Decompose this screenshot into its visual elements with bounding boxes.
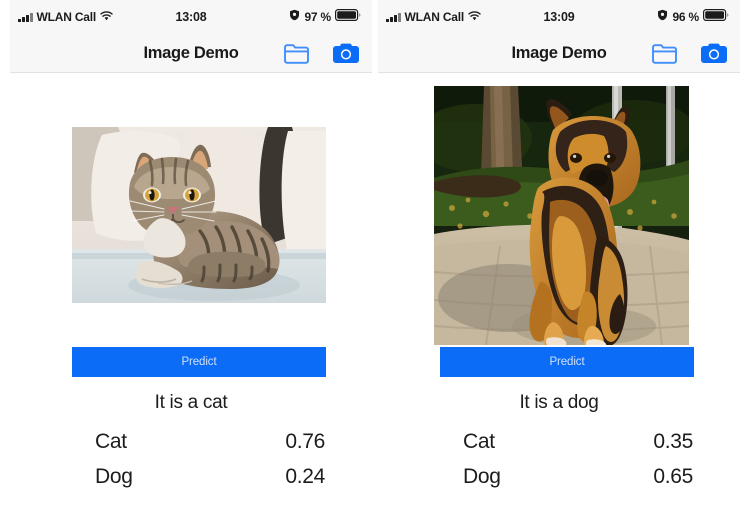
status-bar: WLAN Call 13:08 97 % [10, 0, 372, 34]
score-value: 0.35 [653, 430, 693, 453]
dog-photo-image [434, 86, 689, 345]
battery-percent-label: 97 % [304, 10, 331, 24]
wifi-icon [100, 8, 113, 26]
score-value: 0.76 [285, 430, 325, 453]
camera-icon [332, 42, 360, 64]
carrier-label: WLAN Call [404, 10, 465, 24]
cat-photo[interactable] [72, 127, 326, 303]
battery-full-icon [703, 8, 729, 26]
panel-content: Predict It is a dog Cat 0.35 Dog 0.65 [378, 73, 740, 527]
status-bar-left: WLAN Call [386, 8, 481, 26]
phone-screenshot-cat: WLAN Call 13:08 97 % Image Demo Predict … [10, 0, 372, 527]
signal-bars-icon [386, 12, 401, 22]
wifi-icon [468, 8, 481, 26]
folder-icon [283, 42, 310, 64]
nav-bar: Image Demo [378, 34, 740, 73]
predict-button[interactable]: Predict [72, 347, 326, 377]
open-camera-button[interactable] [700, 42, 728, 64]
score-row-dog: Dog 0.24 [95, 465, 325, 489]
phone-screenshot-dog: WLAN Call 13:09 96 % Image Demo Predict … [378, 0, 740, 527]
score-row-cat: Cat 0.76 [95, 430, 325, 454]
predict-button[interactable]: Predict [440, 347, 694, 377]
score-value: 0.65 [653, 465, 693, 488]
camera-icon [700, 42, 728, 64]
shield-icon [289, 8, 300, 26]
open-folder-button[interactable] [651, 42, 678, 64]
dog-photo[interactable] [434, 86, 689, 345]
status-bar-right: 96 % [657, 8, 729, 26]
folder-icon [651, 42, 678, 64]
score-label: Cat [463, 430, 495, 453]
nav-actions [283, 42, 360, 64]
carrier-label: WLAN Call [36, 10, 97, 24]
score-row-cat: Cat 0.35 [463, 430, 693, 454]
shield-icon [657, 8, 668, 26]
score-label: Dog [95, 465, 133, 488]
panel-content: Predict It is a cat Cat 0.76 Dog 0.24 [10, 73, 372, 527]
score-row-dog: Dog 0.65 [463, 465, 693, 489]
score-value: 0.24 [285, 465, 325, 488]
score-label: Dog [463, 465, 501, 488]
nav-actions [651, 42, 728, 64]
prediction-verdict: It is a cat [154, 392, 228, 413]
signal-bars-icon [18, 12, 33, 22]
status-bar-right: 97 % [289, 8, 361, 26]
open-camera-button[interactable] [332, 42, 360, 64]
nav-bar: Image Demo [10, 34, 372, 73]
cat-photo-image [72, 127, 326, 303]
battery-percent-label: 96 % [672, 10, 699, 24]
status-bar-left: WLAN Call [18, 8, 113, 26]
battery-full-icon [335, 8, 361, 26]
screenshot-stage: WLAN Call 13:08 97 % Image Demo Predict … [0, 0, 750, 527]
status-bar: WLAN Call 13:09 96 % [378, 0, 740, 34]
score-label: Cat [95, 430, 127, 453]
open-folder-button[interactable] [283, 42, 310, 64]
prediction-verdict: It is a dog [519, 392, 599, 413]
